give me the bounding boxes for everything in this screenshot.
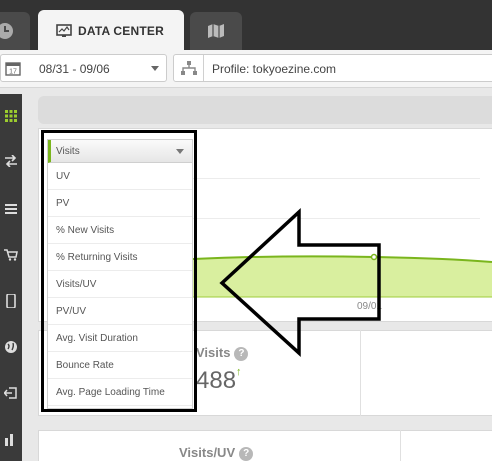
annotation-arrow [219, 208, 381, 357]
